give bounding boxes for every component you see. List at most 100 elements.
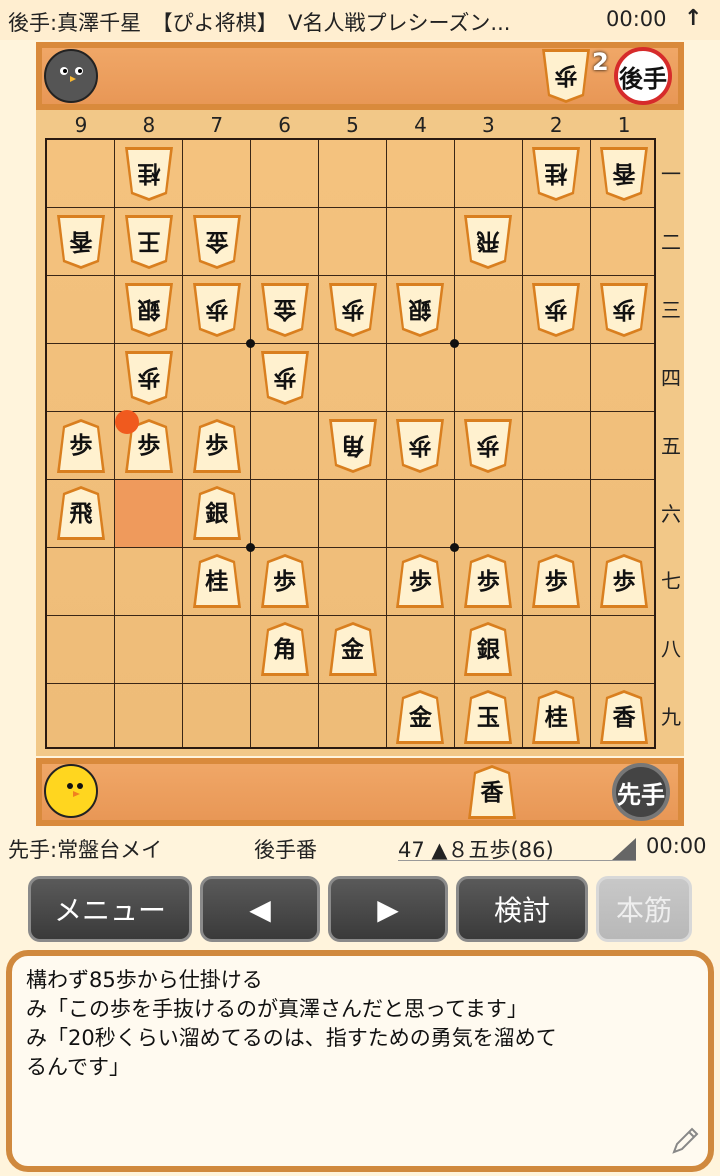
piece-sente-49[interactable]: 金 [394,688,446,746]
comment-box[interactable]: 構わず85歩から仕掛ける み「この歩を手抜けるのが真澤さんだと思ってます」 み「… [6,950,714,1172]
piece-gote-45[interactable]: 歩 [394,417,446,475]
piece-gote-55[interactable]: 角 [327,417,379,475]
file-label: 2 [549,113,563,137]
file-label: 4 [414,113,427,137]
piece-sente-38[interactable]: 銀 [462,620,514,678]
mainline-button[interactable]: 本筋 [596,876,692,942]
piece-label: 王 [137,228,161,256]
piece-gote-73[interactable]: 歩 [191,281,243,339]
piece-gote-83[interactable]: 銀 [123,281,175,339]
piece-sente-29[interactable]: 桂 [530,688,582,746]
piece-label: 玉 [476,703,500,731]
piece-label: 歩 [408,432,432,460]
rank-label: 七 [661,569,681,594]
sente-clock: 00:00 [646,834,707,858]
piece-gote-81[interactable]: 桂 [123,145,175,203]
piece-label: 角 [341,432,365,460]
piece-label: 金 [408,703,432,731]
piece-gote-64[interactable]: 歩 [259,349,311,407]
header-clock: 00:00 [606,7,667,31]
piece-gote-72[interactable]: 金 [191,213,243,271]
piece-label: 桂 [544,160,568,188]
piece-label: 歩 [476,567,500,595]
piece-sente-67[interactable]: 歩 [259,552,311,610]
board-star-point [246,542,256,552]
piece-sente-75[interactable]: 歩 [191,417,243,475]
sente-avatar[interactable] [44,764,98,818]
piece-label: 金 [273,296,297,324]
piece-sente-68[interactable]: 角 [259,620,311,678]
piece-gote-32[interactable]: 飛 [462,213,514,271]
piece-label: 銀 [408,296,432,324]
gote-badge-label: 後手 [619,64,667,93]
file-label: 8 [142,113,156,137]
piece-sente-39[interactable]: 玉 [462,688,514,746]
piece-label: 歩 [273,567,297,595]
last-move-marker [114,409,139,434]
shogi-board[interactable]: 桂 桂 香 香 王 金 飛 銀 歩 金 歩 銀 歩 歩 歩 歩 歩 歩 歩 角 … [45,138,656,749]
piece-label: 香 [69,228,93,256]
piece-gote-11[interactable]: 香 [598,145,650,203]
sente-badge-label: 先手 [617,780,665,809]
piece-sente-76[interactable]: 銀 [191,484,243,542]
prev-move-button[interactable]: ◀ [200,876,320,942]
rank-label: 二 [661,229,681,254]
piece-gote-21[interactable]: 桂 [530,145,582,203]
review-button[interactable]: 検討 [456,876,588,942]
piece-label: 金 [341,635,365,663]
piece-gote-53[interactable]: 歩 [327,281,379,339]
piece-gote-43[interactable]: 銀 [394,281,446,339]
comment-line: 構わず85歩から仕掛ける [26,968,263,992]
arrow-up-icon[interactable]: ↑ [684,6,702,31]
piece-gote-92[interactable]: 香 [55,213,107,271]
file-label: 1 [617,113,631,137]
sente-hand-tray: 香 先手 [36,758,684,826]
last-move-from-highlight [114,479,183,548]
rank-label: 八 [661,637,681,662]
file-label: 6 [278,113,291,137]
piece-label: 歩 [137,432,161,460]
piece-label: 角 [273,635,297,663]
gote-hand-piece[interactable]: 歩 [540,47,592,105]
piece-gote-35[interactable]: 歩 [462,417,514,475]
info-bar: 先手:常盤台メイ 後手番 47 ▲８五歩(86) 00:00 [0,832,720,866]
piece-label: 歩 [137,364,161,392]
comment-line: み「この歩を手抜けるのが真澤さんだと思ってます」 [26,997,528,1021]
piece-sente-19[interactable]: 香 [598,688,650,746]
next-move-button[interactable]: ▶ [328,876,448,942]
piece-sente-95[interactable]: 歩 [55,417,107,475]
sente-badge: 先手 [612,763,670,821]
board-star-point [449,542,459,552]
piece-gote-23[interactable]: 歩 [530,281,582,339]
piece-sente-96[interactable]: 飛 [55,484,107,542]
sente-player-label: 先手:常盤台メイ [8,838,163,862]
board-star-point [449,339,459,349]
piece-gote-63[interactable]: 金 [259,281,311,339]
piece-sente-77[interactable]: 桂 [191,552,243,610]
piece-label: 香 [480,778,504,806]
piece-sente-27[interactable]: 歩 [530,552,582,610]
piece-label: 金 [205,228,229,256]
comment-line: み「20秒くらい溜めてるのは、指すための勇気を溜めて るんです」 [26,1026,557,1079]
file-label: 3 [481,113,495,137]
piece-sente-17[interactable]: 歩 [598,552,650,610]
gote-hand-tray: 歩2 後手 [36,42,684,110]
sente-hand-piece[interactable]: 香 [466,763,518,821]
piece-gote-82[interactable]: 王 [123,213,175,271]
piece-sente-47[interactable]: 歩 [394,552,446,610]
menu-button[interactable]: メニュー [28,876,192,942]
piece-label: 桂 [205,567,229,595]
piece-label: 歩 [69,432,93,460]
piece-label: 歩 [612,567,636,595]
piece-gote-13[interactable]: 歩 [598,281,650,339]
gote-avatar[interactable] [44,49,98,103]
dropdown-triangle-icon[interactable] [612,838,636,860]
piece-gote-84[interactable]: 歩 [123,349,175,407]
piece-label: 歩 [273,364,297,392]
rank-label: 五 [661,433,681,458]
piece-sente-58[interactable]: 金 [327,620,379,678]
piece-sente-37[interactable]: 歩 [462,552,514,610]
pencil-icon[interactable] [668,1124,702,1158]
piece-label: 飛 [476,228,500,256]
piece-label: 香 [612,160,636,188]
